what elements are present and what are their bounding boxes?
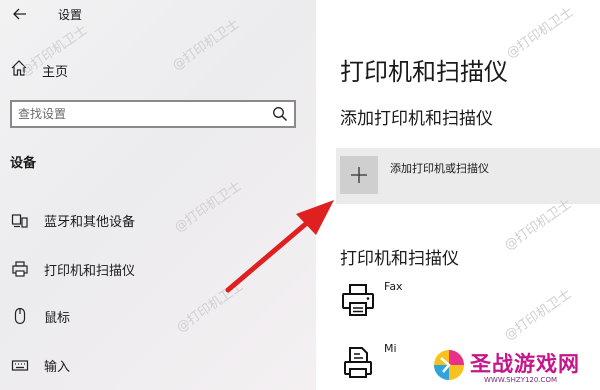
document-printer-icon <box>340 344 376 380</box>
main-panel: 打印机和扫描仪 添加打印机和扫描仪 添加打印机或扫描仪 打印机和扫描仪 Fax … <box>316 0 600 390</box>
sidebar-item-label: 输入 <box>44 359 71 375</box>
plus-icon <box>340 156 378 194</box>
sidebar-item-bluetooth[interactable]: 蓝牙和其他设备 <box>10 209 135 231</box>
page-title: 打印机和扫描仪 <box>340 58 508 86</box>
sidebar-item-typing[interactable]: 输入 <box>10 354 70 376</box>
home-icon <box>10 59 28 81</box>
keyboard-icon <box>10 355 30 375</box>
logo-brand-text: 圣战游戏网 <box>470 352 580 376</box>
sidebar-item-label: 打印机和扫描仪 <box>44 263 136 279</box>
printer-name: Fax <box>384 280 403 293</box>
section-header-devices: 设备 <box>10 156 37 171</box>
sidebar-item-mouse[interactable]: 鼠标 <box>10 305 70 327</box>
search-box[interactable] <box>10 100 296 128</box>
printer-item-fax[interactable]: Fax <box>340 280 600 320</box>
add-printer-label: 添加打印机或扫描仪 <box>390 162 489 175</box>
search-icon[interactable] <box>272 106 288 122</box>
sidebar-item-home[interactable]: 主页 <box>10 60 68 80</box>
sidebar-item-printers[interactable]: 打印机和扫描仪 <box>10 258 135 280</box>
add-printer-button[interactable]: 添加打印机或扫描仪 <box>336 148 600 204</box>
site-logo: 圣战游戏网 WWW.SHZY120.COM <box>432 346 600 390</box>
window-title: 设置 <box>58 8 83 22</box>
fax-printer-icon <box>340 282 376 318</box>
bluetooth-devices-icon <box>10 210 30 230</box>
printer-name: Mi <box>384 342 397 355</box>
search-input[interactable] <box>18 104 258 124</box>
printer-icon <box>10 259 30 279</box>
sidebar: 设置 主页 设备 蓝牙和其他设备 打印机和扫描仪 鼠标 输入 <box>0 0 316 390</box>
mouse-icon <box>10 306 30 326</box>
logo-url-text: WWW.SHZY120.COM <box>484 376 557 384</box>
printer-list-title: 打印机和扫描仪 <box>340 249 459 269</box>
home-label: 主页 <box>42 64 69 80</box>
add-section-title: 添加打印机和扫描仪 <box>340 109 493 129</box>
sidebar-item-label: 蓝牙和其他设备 <box>44 214 136 230</box>
sidebar-item-label: 鼠标 <box>44 310 71 326</box>
logo-ball-icon <box>432 348 466 382</box>
back-arrow-icon[interactable] <box>10 4 30 24</box>
